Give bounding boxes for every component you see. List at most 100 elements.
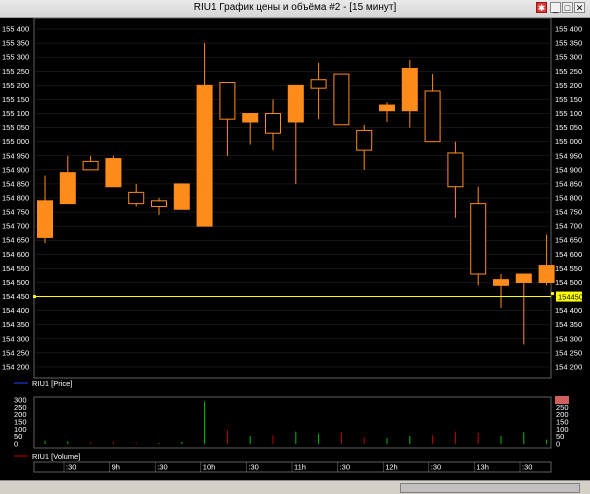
candle[interactable] <box>424 90 441 143</box>
candle[interactable] <box>356 129 373 151</box>
level-marker-right <box>551 292 554 296</box>
price-tick-label: 154 400 <box>2 306 29 315</box>
volume-value-badge <box>555 396 569 404</box>
candle[interactable] <box>493 279 509 286</box>
price-tick-label: 154 750 <box>555 208 582 217</box>
candle[interactable] <box>265 113 281 134</box>
candle[interactable] <box>128 191 145 205</box>
volume-axis-right: 300250200150100500 <box>555 396 569 449</box>
time-tick-label: 13h <box>476 463 489 472</box>
price-tick-label: 155 300 <box>555 53 582 62</box>
price-axis-right: 155 400 155 350 155 300 155 250 155 200 155 1… <box>555 25 582 372</box>
pin-icon[interactable]: ✱ <box>536 2 547 13</box>
price-tick-label: 155 350 <box>555 39 582 48</box>
window-title: RIU1 График цены и объёма #2 - [15 минут… <box>193 2 397 13</box>
chart-window: RIU1 График цены и объёма #2 - [15 минут… <box>0 0 590 494</box>
volume-legend: RIU1 [Volume] <box>32 452 80 461</box>
price-tick-label: 154 650 <box>2 236 29 245</box>
price-tick-label: 155 200 <box>555 81 582 90</box>
candle[interactable] <box>59 172 76 205</box>
price-tick-label: 154 650 <box>555 236 582 245</box>
candle[interactable] <box>196 84 213 227</box>
candle[interactable] <box>287 84 304 123</box>
price-tick-label: 155 100 <box>2 109 29 118</box>
price-tick-label: 154 250 <box>2 348 29 357</box>
price-tick-label: 154 850 <box>2 179 29 188</box>
horizontal-scrollbar[interactable] <box>0 480 590 494</box>
price-tick-label: 154 950 <box>555 151 582 160</box>
time-tick-label: 11h <box>294 463 306 472</box>
volume-plot-frame <box>33 396 552 449</box>
price-tick-label: 154 200 <box>555 362 582 371</box>
candle[interactable] <box>173 183 190 210</box>
price-tick-label: 154 900 <box>2 165 29 174</box>
candle[interactable] <box>310 79 327 89</box>
price-tick-label: 155 150 <box>2 95 29 104</box>
time-tick-label: :30 <box>248 463 258 472</box>
time-tick-label: 9h <box>112 463 120 472</box>
candle[interactable] <box>333 73 350 126</box>
price-tick-label: 154 450 <box>2 292 29 301</box>
volume-axis-left: 300250200150100500 <box>14 396 27 449</box>
price-tick-label: 155 050 <box>2 123 29 132</box>
price-tick-label: 154 350 <box>555 320 582 329</box>
time-tick-label: :30 <box>157 463 167 472</box>
price-tick-label: 154 400 <box>555 306 582 315</box>
candle[interactable] <box>470 203 487 275</box>
candle[interactable] <box>401 67 418 112</box>
price-tick-label: 155 250 <box>2 67 29 76</box>
level-marker-left <box>33 295 36 299</box>
candle[interactable] <box>151 200 167 207</box>
price-tick-label: 154 750 <box>2 208 29 217</box>
candle[interactable] <box>37 200 53 238</box>
price-volume-chart[interactable]: 155 400 155 350 155 300 155 250 155 200 155 1… <box>0 18 590 480</box>
maximize-button[interactable]: □ <box>562 2 573 13</box>
candle[interactable] <box>447 152 464 188</box>
time-tick-label: 10h <box>203 463 216 472</box>
price-tick-label: 154 500 <box>555 278 582 287</box>
candle[interactable] <box>219 82 236 120</box>
price-legend: RIU1 [Price] <box>32 379 72 388</box>
price-tick-label: 154 700 <box>555 222 582 231</box>
price-tick-label: 155 400 <box>2 25 29 34</box>
time-tick-label: :30 <box>431 463 441 472</box>
price-tick-label: 154 200 <box>2 362 29 371</box>
price-axis-left: 155 400 155 350 155 300 155 250 155 200 155 1… <box>2 25 29 372</box>
price-tick-label: 154 350 <box>2 320 29 329</box>
chart-area[interactable]: 155 400 155 350 155 300 155 250 155 200 155 1… <box>0 18 590 493</box>
time-tick-label: :30 <box>66 463 76 472</box>
candle[interactable] <box>82 160 99 171</box>
price-tick-label: 154 600 <box>555 250 582 259</box>
candle[interactable] <box>538 265 555 283</box>
price-tick-label: 155 250 <box>555 67 582 76</box>
minimize-button[interactable]: _ <box>550 2 561 13</box>
candle[interactable] <box>515 273 532 283</box>
time-tick-label: 12h <box>385 463 398 472</box>
price-tick-label: 155 000 <box>2 137 29 146</box>
price-tick-label: 154 800 <box>555 194 582 203</box>
price-tick-label: 155 000 <box>555 137 582 146</box>
price-tick-label: 155 100 <box>555 109 582 118</box>
price-tick-label: 154 700 <box>2 222 29 231</box>
price-tick-label: 154 250 <box>555 348 582 357</box>
candle[interactable] <box>379 104 395 112</box>
price-tick-label: 154 300 <box>2 334 29 343</box>
price-tick-label: 155 050 <box>555 123 582 132</box>
price-tick-label: 154 850 <box>555 179 582 188</box>
close-button[interactable]: ✕ <box>574 2 585 13</box>
price-tick-label: 155 150 <box>555 95 582 104</box>
price-tick-label: 154 500 <box>2 278 29 287</box>
scrollbar-thumb[interactable] <box>400 483 580 493</box>
volume-tick-label: 0 <box>556 440 560 449</box>
price-tick-label: 155 200 <box>2 81 29 90</box>
title-bar[interactable]: RIU1 График цены и объёма #2 - [15 минут… <box>0 0 590 18</box>
candle[interactable] <box>105 158 122 188</box>
candle[interactable] <box>242 113 259 123</box>
price-tick-label: 154 550 <box>555 264 582 273</box>
price-tick-label: 155 400 <box>555 25 582 34</box>
level-price-label: 154450 <box>558 293 583 302</box>
price-tick-label: 154 950 <box>2 151 29 160</box>
price-tick-label: 154 800 <box>2 194 29 203</box>
price-tick-label: 154 900 <box>555 165 582 174</box>
volume-tick-label: 0 <box>14 440 18 449</box>
